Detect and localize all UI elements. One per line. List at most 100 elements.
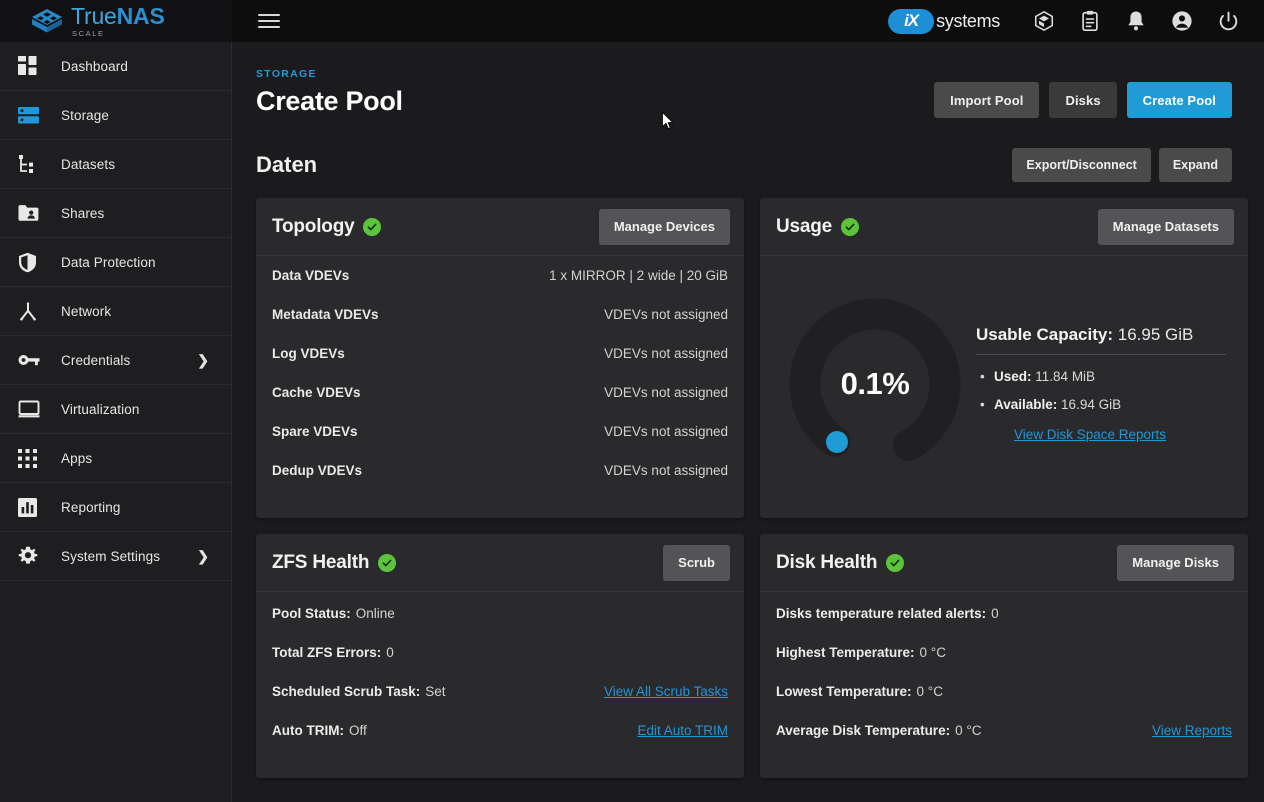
breadcrumb[interactable]: STORAGE xyxy=(256,68,403,80)
manage-devices-button[interactable]: Manage Devices xyxy=(598,208,730,245)
zfs-health-row: Pool Status: Online xyxy=(272,606,728,645)
view-disk-space-reports-link[interactable]: View Disk Space Reports xyxy=(1014,427,1166,442)
row-key: Log VDEVs xyxy=(272,346,345,361)
row-key: Total ZFS Errors: xyxy=(272,645,382,660)
topology-rows: Data VDEVs 1 x MIRROR | 2 wide | 20 GiB … xyxy=(256,256,744,516)
pool-actions: Export/Disconnect Expand xyxy=(1012,148,1232,182)
bar-chart-icon xyxy=(18,496,44,518)
zfs-health-card-header: ZFS Health Scrub xyxy=(256,534,744,592)
row-key: Lowest Temperature: xyxy=(776,684,912,699)
sidebar-item-label: Apps xyxy=(61,450,93,466)
row-key: Cache VDEVs xyxy=(272,385,361,400)
disks-button[interactable]: Disks xyxy=(1049,82,1117,118)
sidebar-item-label: Reporting xyxy=(61,499,121,515)
sidebar-item-data-protection[interactable]: Data Protection xyxy=(0,238,231,287)
row-key: Auto TRIM: xyxy=(272,723,344,738)
disk-health-card-header: Disk Health Manage Disks xyxy=(760,534,1248,592)
row-value: 0 °C xyxy=(919,645,946,660)
sidebar-item-shares[interactable]: Shares xyxy=(0,189,231,238)
shield-icon xyxy=(18,251,44,273)
row-key: Metadata VDEVs xyxy=(272,307,379,322)
shares-folder-icon xyxy=(18,202,44,224)
topology-row: Data VDEVs 1 x MIRROR | 2 wide | 20 GiB xyxy=(272,268,728,307)
sidebar-item-datasets[interactable]: Datasets xyxy=(0,140,231,189)
row-value: 0 °C xyxy=(955,723,982,738)
sidebar-item-reporting[interactable]: Reporting xyxy=(0,483,231,532)
usage-gauge-chart: 0.1% xyxy=(780,289,970,479)
hamburger-menu-icon[interactable] xyxy=(258,14,280,28)
usage-details: Usable Capacity: 16.95 GiB Used: 11.84 M… xyxy=(970,325,1232,444)
row-key: Spare VDEVs xyxy=(272,424,358,439)
usage-title: Usage xyxy=(776,215,833,237)
create-pool-button[interactable]: Create Pool xyxy=(1126,82,1232,118)
usable-capacity-line: Usable Capacity: 16.95 GiB xyxy=(976,325,1226,355)
disk-health-row: Lowest Temperature: 0 °C xyxy=(776,684,1232,723)
sidebar-item-network[interactable]: Network xyxy=(0,287,231,336)
zfs-health-rows: Pool Status: Online Total ZFS Errors: 0 … xyxy=(256,592,744,778)
view-reports-link[interactable]: View Reports xyxy=(1152,723,1232,738)
topbar-actions: iX systems xyxy=(888,8,1264,34)
import-pool-button[interactable]: Import Pool xyxy=(934,82,1040,118)
gear-icon xyxy=(18,545,44,567)
clipboard-tasks-icon[interactable] xyxy=(1078,9,1102,33)
pool-header: Daten Export/Disconnect Expand xyxy=(256,148,1232,182)
usage-breakdown-list: Used: 11.84 MiB Available: 16.94 GiB xyxy=(980,369,1226,412)
edit-auto-trim-link[interactable]: Edit Auto TRIM xyxy=(637,723,728,738)
storage-icon xyxy=(18,104,44,126)
monitor-icon xyxy=(18,398,44,420)
gauge-percent-label: 0.1% xyxy=(840,366,910,401)
row-value: Online xyxy=(355,606,395,621)
page-header: STORAGE Create Pool Import Pool Disks Cr… xyxy=(232,42,1264,118)
logo-nas-text: NAS xyxy=(116,2,165,29)
row-key: Pool Status: xyxy=(272,606,351,621)
scrub-button[interactable]: Scrub xyxy=(663,544,730,581)
chevron-right-icon[interactable]: ❯ xyxy=(197,549,209,563)
row-key: Data VDEVs xyxy=(272,268,350,283)
ix-systems-text: systems xyxy=(936,10,1000,31)
usage-body: 0.1% Usable Capacity: 16.95 GiB Used: 11… xyxy=(760,256,1248,518)
sidebar-item-system-settings[interactable]: System Settings ❯ xyxy=(0,532,231,581)
manage-disks-button[interactable]: Manage Disks xyxy=(1117,544,1234,581)
top-bar: TrueNAS SCALE iX systems xyxy=(0,0,1264,42)
row-key: Average Disk Temperature: xyxy=(776,723,951,738)
logo-true-text: True xyxy=(71,2,117,29)
zfs-health-card: ZFS Health Scrub Pool Status: Online Tot… xyxy=(256,534,744,778)
manage-datasets-button[interactable]: Manage Datasets xyxy=(1097,208,1234,245)
apps-cube-icon[interactable] xyxy=(1032,9,1056,33)
expand-button[interactable]: Expand xyxy=(1158,148,1232,182)
row-key: Highest Temperature: xyxy=(776,645,915,660)
check-circle-icon xyxy=(363,217,382,236)
sidebar-item-credentials[interactable]: Credentials ❯ xyxy=(0,336,231,385)
zfs-health-row: Auto TRIM: Off Edit Auto TRIM xyxy=(272,723,728,762)
chevron-right-icon[interactable]: ❯ xyxy=(197,353,209,367)
sidebar-item-label: Virtualization xyxy=(61,401,140,417)
datasets-tree-icon xyxy=(18,153,44,175)
sidebar-item-dashboard[interactable]: Dashboard xyxy=(0,42,231,91)
power-icon[interactable] xyxy=(1216,9,1240,33)
zfs-health-title: ZFS Health xyxy=(272,551,370,573)
brand-logo[interactable]: TrueNAS SCALE xyxy=(0,0,232,42)
topology-row: Dedup VDEVs VDEVs not assigned xyxy=(272,463,728,502)
row-value: VDEVs not assigned xyxy=(604,463,728,478)
disk-health-rows: Disks temperature related alerts: 0 High… xyxy=(760,592,1248,778)
disk-health-row: Average Disk Temperature: 0 °C View Repo… xyxy=(776,723,1232,762)
sidebar-item-label: Shares xyxy=(61,205,105,221)
topology-row: Metadata VDEVs VDEVs not assigned xyxy=(272,307,728,346)
truenas-cube-icon xyxy=(32,9,62,33)
sidebar-item-storage[interactable]: Storage xyxy=(0,91,231,140)
user-account-icon[interactable] xyxy=(1170,9,1194,33)
row-value: 0 xyxy=(991,606,999,621)
usable-capacity-label: Usable Capacity: xyxy=(976,324,1113,344)
disk-health-title: Disk Health xyxy=(776,551,878,573)
available-item: Available: 16.94 GiB xyxy=(980,397,1226,412)
page-title: Create Pool xyxy=(256,86,403,116)
sidebar-item-apps[interactable]: Apps xyxy=(0,434,231,483)
topology-card-header: Topology Manage Devices xyxy=(256,198,744,256)
topology-row: Cache VDEVs VDEVs not assigned xyxy=(272,385,728,424)
page-actions: Import Pool Disks Create Pool xyxy=(934,68,1232,118)
export-disconnect-button[interactable]: Export/Disconnect xyxy=(1012,148,1151,182)
view-all-scrub-tasks-link[interactable]: View All Scrub Tasks xyxy=(604,684,728,699)
sidebar-item-virtualization[interactable]: Virtualization xyxy=(0,385,231,434)
zfs-health-row: Total ZFS Errors: 0 xyxy=(272,645,728,684)
notifications-bell-icon[interactable] xyxy=(1124,9,1148,33)
